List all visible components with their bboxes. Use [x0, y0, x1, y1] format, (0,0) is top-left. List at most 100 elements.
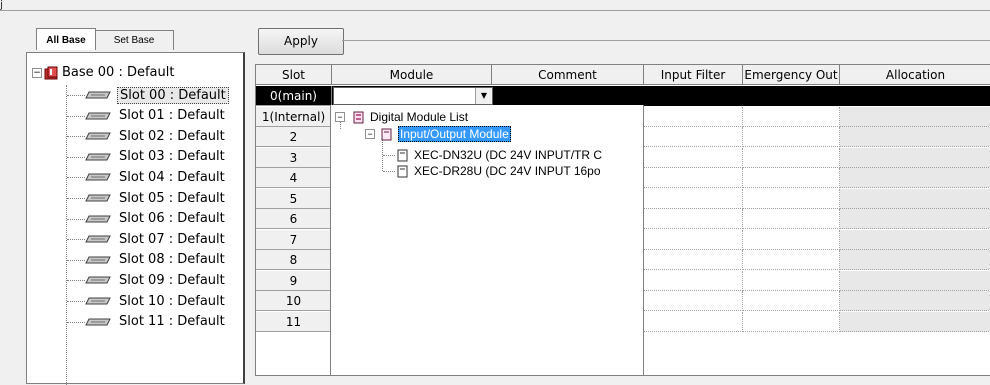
slot-tree-item[interactable]: Slot 02 : Default: [85, 126, 227, 146]
base-label: Base 00 : Default: [62, 65, 175, 80]
grid-cell[interactable]: [743, 311, 840, 332]
grid-cell[interactable]: [840, 106, 990, 127]
slot-icon: [85, 318, 111, 326]
dropdown-module-item[interactable]: XEC-DN32U (DC 24V INPUT/TR C: [397, 147, 602, 163]
base-tree-panel: − Base 00 : Default Slot 00 : Default Slo…: [26, 52, 245, 385]
module-item-label: XEC-DR28U (DC 24V INPUT 16po: [414, 164, 601, 178]
grid-cell[interactable]: [644, 311, 743, 332]
col-header-allocation[interactable]: Allocation: [840, 65, 990, 85]
grid-cell[interactable]: [644, 229, 743, 250]
slot-row-header[interactable]: 5: [256, 188, 332, 209]
slot-row-header[interactable]: 2: [256, 127, 332, 147]
grid-cell[interactable]: [840, 250, 990, 270]
grid-cell[interactable]: [743, 147, 840, 168]
slot-tree-item[interactable]: Slot 07 : Default: [85, 229, 227, 249]
slot-tree-item[interactable]: Slot 06 : Default: [85, 209, 227, 229]
slot-tree-item[interactable]: Slot 11 : Default: [85, 312, 227, 332]
module-select[interactable]: ▼: [333, 87, 493, 105]
top-border: [0, 0, 990, 11]
grid-cell[interactable]: [840, 270, 990, 291]
tree-base-node[interactable]: − Base 00 : Default: [32, 65, 174, 80]
slot-icon: [85, 112, 111, 120]
collapse-icon[interactable]: −: [32, 67, 42, 78]
slot-label: Slot 10 : Default: [119, 293, 225, 309]
slot-tree-item[interactable]: Slot 08 : Default: [85, 250, 227, 270]
slot-row-header[interactable]: 6: [256, 209, 332, 229]
slot-row-header[interactable]: 11: [256, 311, 332, 332]
tree-guide-line: [67, 218, 85, 220]
module-icon: [397, 165, 408, 177]
slot-row-header[interactable]: 7: [256, 229, 332, 250]
tab-set-base[interactable]: Set Base: [94, 30, 174, 50]
grid-cell[interactable]: [743, 291, 840, 311]
slot-row-header[interactable]: 10: [256, 291, 332, 311]
grid-cell[interactable]: [743, 229, 840, 250]
grid-cell[interactable]: [644, 209, 743, 229]
grid-cell[interactable]: [743, 209, 840, 229]
grid-cell[interactable]: [644, 127, 743, 147]
module-dropdown-tree[interactable]: − Digital Module List − Input/Output Mod…: [330, 105, 644, 376]
slot-label: Slot 08 : Default: [119, 252, 225, 268]
dropdown-group-node[interactable]: − Input/Output Module: [365, 126, 511, 142]
grid-cell[interactable]: [743, 188, 840, 209]
apply-button[interactable]: Apply: [258, 28, 344, 55]
slot-row-header[interactable]: 4: [256, 168, 332, 188]
slot-row-header[interactable]: 3: [256, 147, 332, 168]
slot-icon: [85, 215, 111, 223]
slot-label: Slot 11 : Default: [119, 314, 225, 330]
dropdown-module-item[interactable]: XEC-DR28U (DC 24V INPUT 16po: [397, 163, 601, 179]
tab-all-base[interactable]: All Base: [36, 28, 96, 50]
grid-cell[interactable]: [840, 147, 990, 168]
slot-tree-item[interactable]: Slot 04 : Default: [85, 167, 227, 187]
grid-cell[interactable]: [644, 291, 743, 311]
grid-cell[interactable]: [644, 147, 743, 168]
grid-cell[interactable]: [743, 106, 840, 127]
slot-tree-item[interactable]: Slot 01 : Default: [85, 106, 227, 126]
dropdown-arrow-icon[interactable]: ▼: [475, 88, 492, 104]
slot-tree-item[interactable]: Slot 03 : Default: [85, 147, 227, 167]
slot-row-header[interactable]: 0(main): [256, 86, 332, 106]
grid-cell[interactable]: [840, 229, 990, 250]
grid-cell[interactable]: [840, 127, 990, 147]
tree-guide-line: [383, 155, 395, 156]
slot-label: Slot 09 : Default: [119, 272, 225, 288]
slot-label: Slot 00 : Default: [117, 86, 229, 104]
dropdown-root-node[interactable]: − Digital Module List: [335, 109, 468, 125]
tree-guide-line: [67, 321, 85, 323]
dropdown-group-label: Input/Output Module: [398, 126, 511, 142]
slot-label: Slot 03 : Default: [119, 149, 225, 165]
col-header-emergency-out[interactable]: Emergency Out: [743, 65, 840, 85]
grid-cell[interactable]: [644, 168, 743, 188]
grid-cell[interactable]: [840, 311, 990, 332]
col-header-slot[interactable]: Slot: [256, 65, 332, 85]
slot-tree-item[interactable]: Slot 10 : Default: [85, 291, 227, 311]
tree-guide-line: [67, 198, 85, 199]
grid-cell[interactable]: [840, 168, 990, 188]
col-header-comment[interactable]: Comment: [492, 65, 644, 85]
grid-cell[interactable]: [743, 270, 840, 291]
col-header-module[interactable]: Module: [332, 65, 492, 85]
grid-cell[interactable]: [840, 188, 990, 209]
slot-row-header[interactable]: 1(Internal): [256, 106, 332, 127]
collapse-icon[interactable]: −: [335, 112, 345, 122]
slot-tree-item[interactable]: Slot 09 : Default: [85, 270, 227, 290]
grid-cell[interactable]: [743, 250, 840, 270]
collapse-icon[interactable]: −: [365, 129, 375, 139]
grid-cell[interactable]: [840, 291, 990, 311]
grid-cell[interactable]: [644, 106, 743, 127]
grid-cell[interactable]: [644, 270, 743, 291]
slot-tree-item[interactable]: Slot 00 : Default: [85, 85, 229, 105]
corner-text: j: [0, 0, 4, 11]
grid-cell[interactable]: [743, 127, 840, 147]
slot-label: Slot 06 : Default: [119, 211, 225, 227]
grid-cell[interactable]: [840, 209, 990, 229]
grid-cell[interactable]: [644, 250, 743, 270]
col-header-input-filter[interactable]: Input Filter: [644, 65, 743, 85]
slot-row-header[interactable]: 9: [256, 270, 332, 291]
grid-cell[interactable]: [644, 188, 743, 209]
tree-guide-line: [67, 259, 85, 261]
slot-icon: [85, 235, 111, 243]
slot-tree-item[interactable]: Slot 05 : Default: [85, 188, 227, 208]
slot-row-header[interactable]: 8: [256, 250, 332, 270]
grid-cell[interactable]: [743, 168, 840, 188]
